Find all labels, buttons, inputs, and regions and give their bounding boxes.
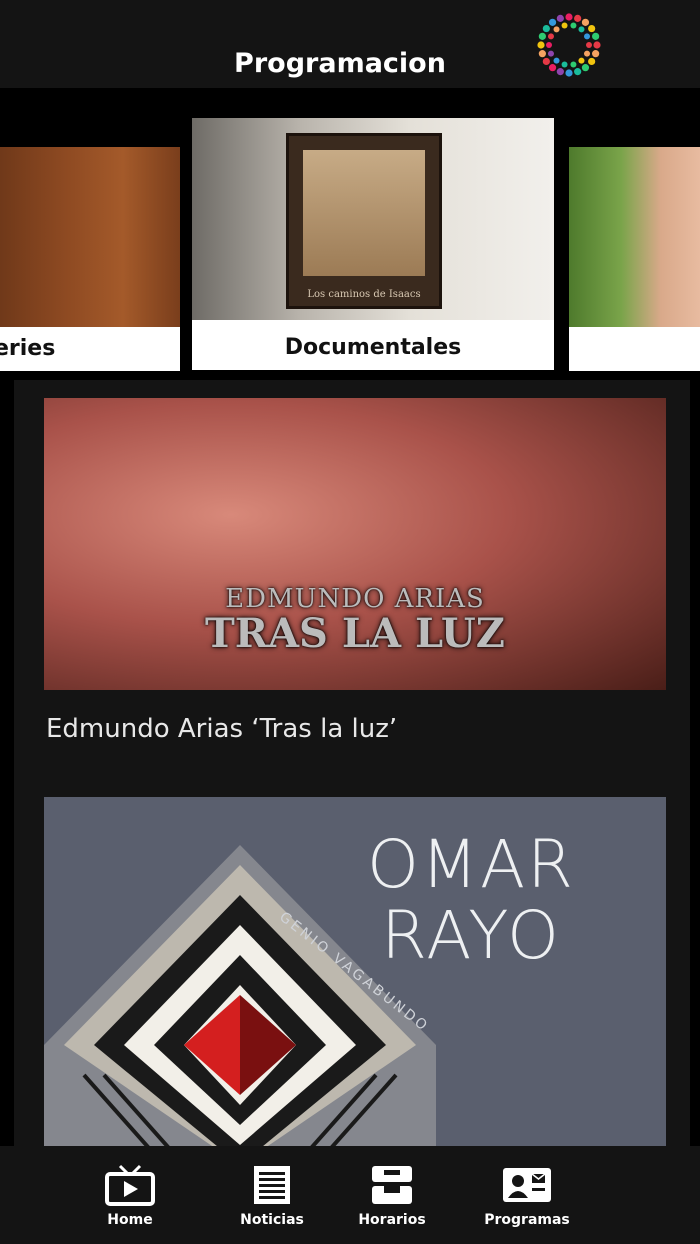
overlay-line-2: TRAS LA LUZ xyxy=(205,610,505,658)
logo-dot xyxy=(561,22,568,29)
logo-dot xyxy=(581,18,590,26)
nav-label: Noticias xyxy=(240,1212,304,1228)
schedule-tray-icon xyxy=(372,1166,412,1204)
program-thumbnail[interactable]: EDMUNDO ARIAS TRAS LA LUZ xyxy=(44,398,666,690)
nav-label: Horarios xyxy=(358,1212,426,1228)
top-app-bar: Programacion xyxy=(0,0,700,88)
category-label: eries xyxy=(0,327,180,371)
logo-dot xyxy=(542,24,550,33)
logo-dot xyxy=(553,26,560,33)
thumbnail-title-overlay: EDMUNDO ARIAS TRAS LA LUZ xyxy=(44,585,666,658)
logo-dot xyxy=(561,61,568,68)
logo-dot xyxy=(553,57,560,64)
logo-dot xyxy=(578,57,585,64)
category-image xyxy=(569,147,700,327)
portrait-image xyxy=(303,150,425,276)
logo-dot xyxy=(592,50,600,58)
portrait-frame: Los caminos de Isaacs xyxy=(286,133,442,309)
logo-dot xyxy=(546,42,552,48)
logo-dot xyxy=(574,68,582,76)
logo-dot xyxy=(538,50,546,58)
nav-programas[interactable]: Programas xyxy=(467,1164,587,1228)
category-image xyxy=(0,147,180,327)
category-card-series[interactable]: eries xyxy=(0,147,180,371)
logo-dot xyxy=(584,33,591,40)
profile-card-icon xyxy=(503,1168,551,1202)
frame-caption: Los caminos de Isaacs xyxy=(307,289,421,300)
logo-dot xyxy=(565,13,573,21)
category-label xyxy=(569,327,700,371)
tv-play-icon xyxy=(105,1164,155,1206)
bottom-navigation: Home Noticias Horarios Programas xyxy=(0,1146,700,1244)
program-feed[interactable]: EDMUNDO ARIAS TRAS LA LUZ Edmundo Arias … xyxy=(14,380,690,1146)
logo-dot xyxy=(581,64,590,72)
logo-dot xyxy=(548,18,557,26)
logo-dot xyxy=(570,61,577,68)
logo-dot xyxy=(556,68,564,76)
logo-dot xyxy=(547,33,554,40)
logo-dot xyxy=(593,41,601,49)
logo-dot xyxy=(588,24,596,33)
logo-dot xyxy=(586,42,592,48)
nav-noticias[interactable]: Noticias xyxy=(212,1164,332,1228)
logo-dot xyxy=(565,69,573,77)
logo-dot xyxy=(588,57,596,66)
logo-dot xyxy=(574,14,582,22)
nav-horarios[interactable]: Horarios xyxy=(332,1164,452,1228)
logo-dot xyxy=(548,64,557,72)
program-title[interactable]: Edmundo Arias ‘Tras la luz’ xyxy=(46,714,397,744)
program-thumbnail[interactable]: OMAR RAYO GENIO VAGABUNDO xyxy=(44,797,666,1146)
poster-line-2: RAYO xyxy=(381,897,561,975)
logo-dot xyxy=(578,26,585,33)
poster-line-1: OMAR xyxy=(367,826,575,903)
colorful-dot-ring-logo[interactable] xyxy=(534,10,604,80)
category-card-next[interactable] xyxy=(569,147,700,371)
logo-dot xyxy=(592,32,600,40)
logo-dot xyxy=(537,41,545,49)
logo-dot xyxy=(570,22,577,29)
poster-title: OMAR RAYO xyxy=(306,829,636,972)
logo-dot xyxy=(542,57,550,66)
logo-dot xyxy=(556,14,564,22)
news-icon xyxy=(254,1166,290,1204)
nav-home[interactable]: Home xyxy=(70,1164,190,1228)
nav-label: Programas xyxy=(484,1212,570,1228)
category-label: Documentales xyxy=(192,326,554,370)
logo-dot xyxy=(538,32,546,40)
logo-dot xyxy=(547,50,554,57)
logo-dot xyxy=(584,50,591,57)
nav-label: Home xyxy=(107,1212,153,1228)
